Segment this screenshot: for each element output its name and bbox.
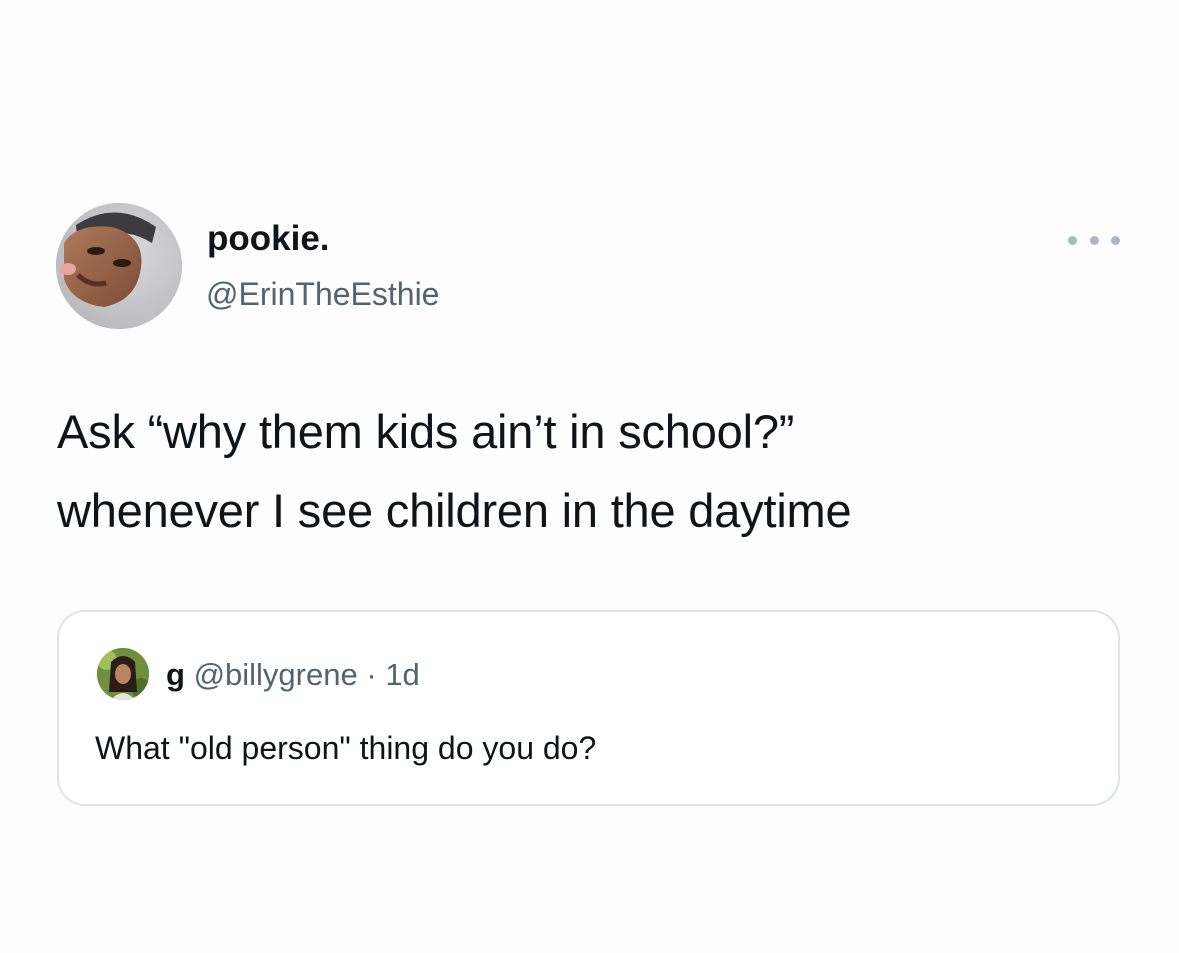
quoted-handle[interactable]: @billygrene (194, 657, 358, 692)
author-display-name[interactable]: pookie. (207, 219, 330, 259)
quoted-meta: g @billygrene · 1d (166, 655, 420, 695)
quoted-author-avatar[interactable] (97, 648, 149, 700)
quoted-display-name[interactable]: g (166, 657, 185, 692)
more-dot (1068, 235, 1077, 245)
author-avatar-image (56, 203, 182, 329)
tweet-card: pookie. @ErinTheEsthie Ask “why them kid… (0, 0, 1179, 953)
more-dot (1089, 235, 1099, 245)
meta-separator: · (366, 657, 377, 692)
author-handle[interactable]: @ErinTheEsthie (206, 274, 439, 314)
quoted-tweet[interactable]: g @billygrene · 1d What "old person" thi… (57, 610, 1120, 806)
more-options-icon[interactable] (1068, 228, 1120, 252)
more-dot (1111, 235, 1120, 245)
tweet-text: Ask “why them kids ain’t in school?” whe… (57, 405, 852, 537)
quoted-tweet-text: What "old person" thing do you do? (95, 730, 597, 766)
quoted-timestamp[interactable]: 1d (385, 657, 419, 692)
quoted-avatar-image (97, 648, 149, 700)
author-avatar[interactable] (56, 203, 182, 329)
